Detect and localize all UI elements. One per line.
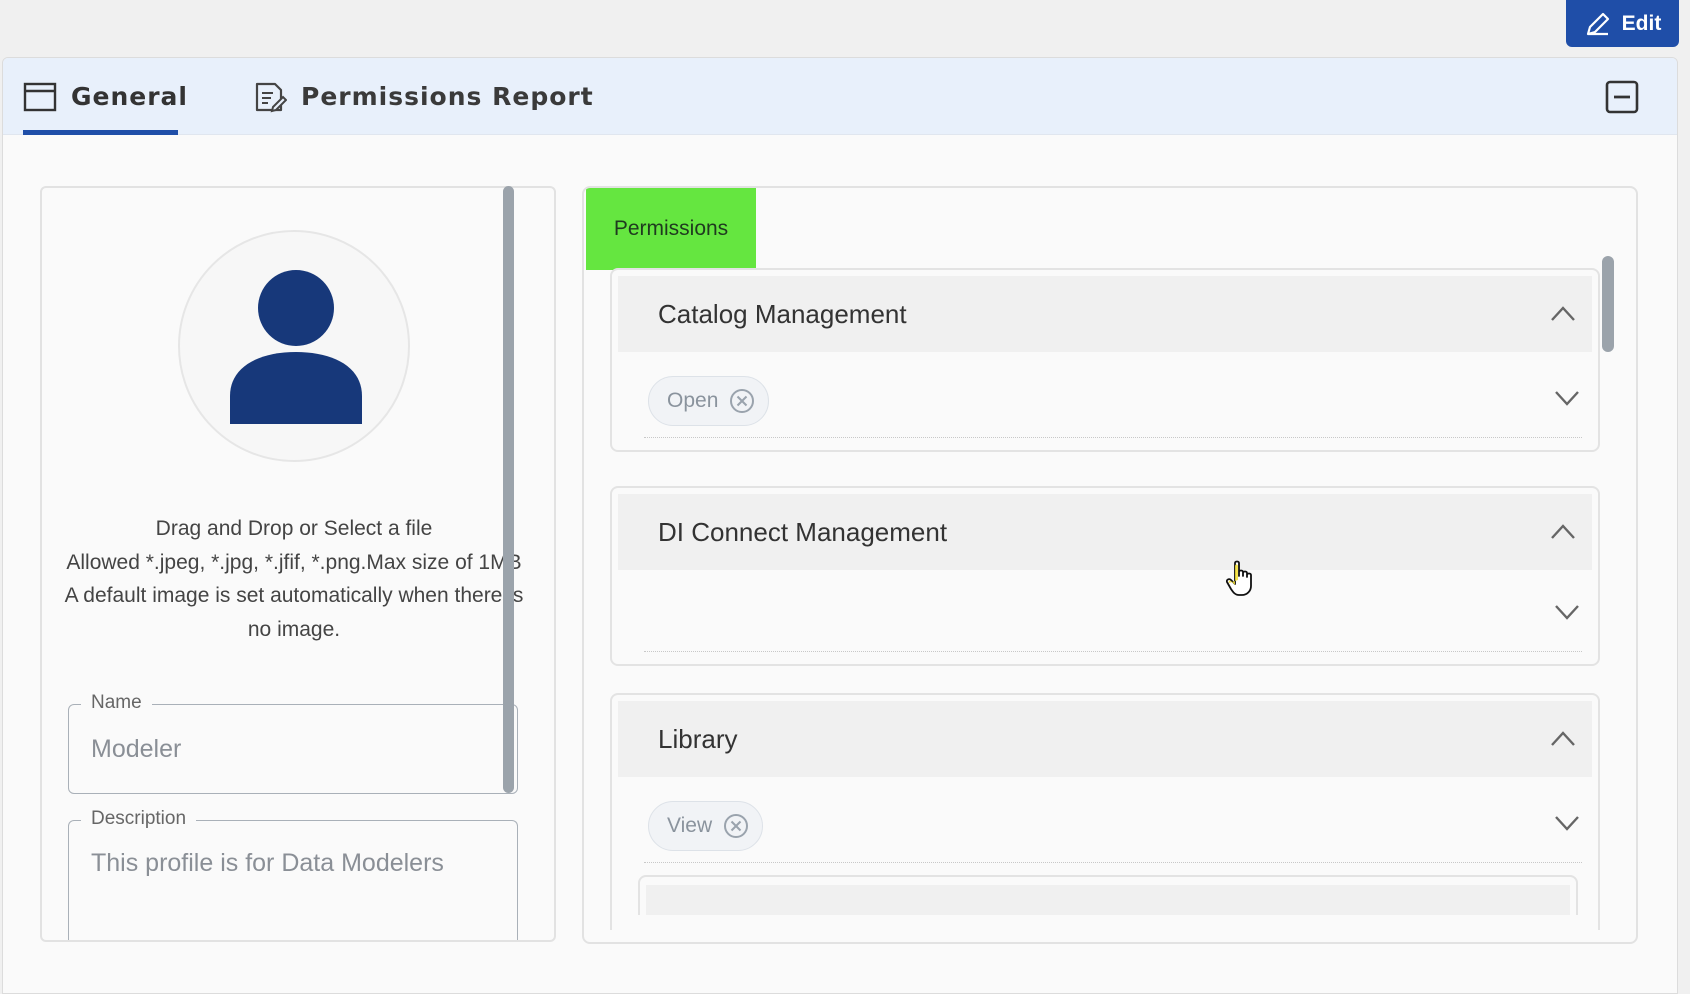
permission-section-library: Library View — [610, 693, 1600, 930]
chevron-up-icon[interactable] — [1548, 302, 1578, 324]
remove-chip-icon[interactable] — [722, 812, 750, 840]
upload-instructions: Drag and Drop or Select a file Allowed *… — [52, 512, 536, 646]
chip-label: Open — [667, 389, 719, 412]
window-icon — [23, 82, 57, 111]
chevron-down-icon[interactable] — [1552, 386, 1582, 408]
permissions-tab[interactable]: Permissions — [586, 188, 756, 270]
tab-permissions-report-label: Permissions Report — [301, 82, 594, 111]
edit-button[interactable]: Edit — [1566, 0, 1679, 47]
nested-header-bar[interactable] — [646, 885, 1570, 915]
edit-button-label: Edit — [1621, 11, 1662, 35]
name-label: Name — [81, 692, 152, 714]
name-field[interactable]: Name Modeler — [68, 692, 518, 794]
permission-section-di-connect: DI Connect Management — [610, 486, 1600, 666]
chevron-down-icon[interactable] — [1552, 811, 1582, 833]
permissions-list: Catalog Management Open DI Connect Manag… — [610, 268, 1610, 930]
permission-select[interactable]: View — [644, 787, 1582, 863]
active-tab-indicator — [23, 130, 178, 135]
remove-chip-icon[interactable] — [728, 387, 756, 415]
permission-chip[interactable]: View — [648, 801, 764, 851]
nested-section-header — [638, 875, 1578, 915]
report-icon — [255, 82, 287, 112]
permission-chip[interactable]: Open — [648, 376, 770, 426]
section-title: Library — [658, 723, 738, 754]
pencil-icon — [1586, 12, 1609, 35]
tab-bar: General Permissions Report — [3, 58, 1677, 135]
description-field[interactable]: Description This profile is for Data Mod… — [68, 808, 518, 940]
section-header[interactable]: Catalog Management — [618, 276, 1592, 352]
name-value: Modeler — [91, 735, 182, 763]
upload-line: Allowed *.jpeg, *.jpg, *.jfif, *.png.Max… — [66, 550, 522, 574]
avatar-dropzone[interactable] — [178, 230, 410, 462]
upload-line: A default image is set automatically whe… — [64, 584, 524, 641]
tab-general[interactable]: General — [23, 58, 188, 135]
upload-line: Drag and Drop or Select a file — [155, 517, 433, 540]
permission-select[interactable] — [644, 576, 1582, 652]
permission-section-catalog: Catalog Management Open — [610, 268, 1600, 452]
section-title: DI Connect Management — [658, 516, 948, 547]
description-label: Description — [81, 808, 197, 830]
permissions-panel: Permissions Catalog Management Open DI C… — [582, 186, 1638, 944]
tab-permissions-report[interactable]: Permissions Report — [253, 58, 594, 135]
section-header[interactable]: Library — [618, 701, 1592, 777]
chevron-up-icon[interactable] — [1548, 727, 1578, 749]
section-header[interactable]: DI Connect Management — [618, 494, 1592, 570]
section-title: Catalog Management — [658, 298, 907, 329]
profile-panel: Drag and Drop or Select a file Allowed *… — [40, 186, 556, 942]
collapse-icon[interactable] — [1605, 80, 1639, 114]
chip-label: View — [667, 814, 713, 837]
description-value: This profile is for Data Modelers — [91, 849, 444, 877]
user-avatar-icon — [230, 270, 362, 424]
chevron-up-icon[interactable] — [1548, 520, 1578, 542]
permission-select[interactable]: Open — [644, 362, 1582, 438]
chevron-down-icon[interactable] — [1552, 600, 1582, 622]
tab-general-label: General — [71, 82, 188, 111]
